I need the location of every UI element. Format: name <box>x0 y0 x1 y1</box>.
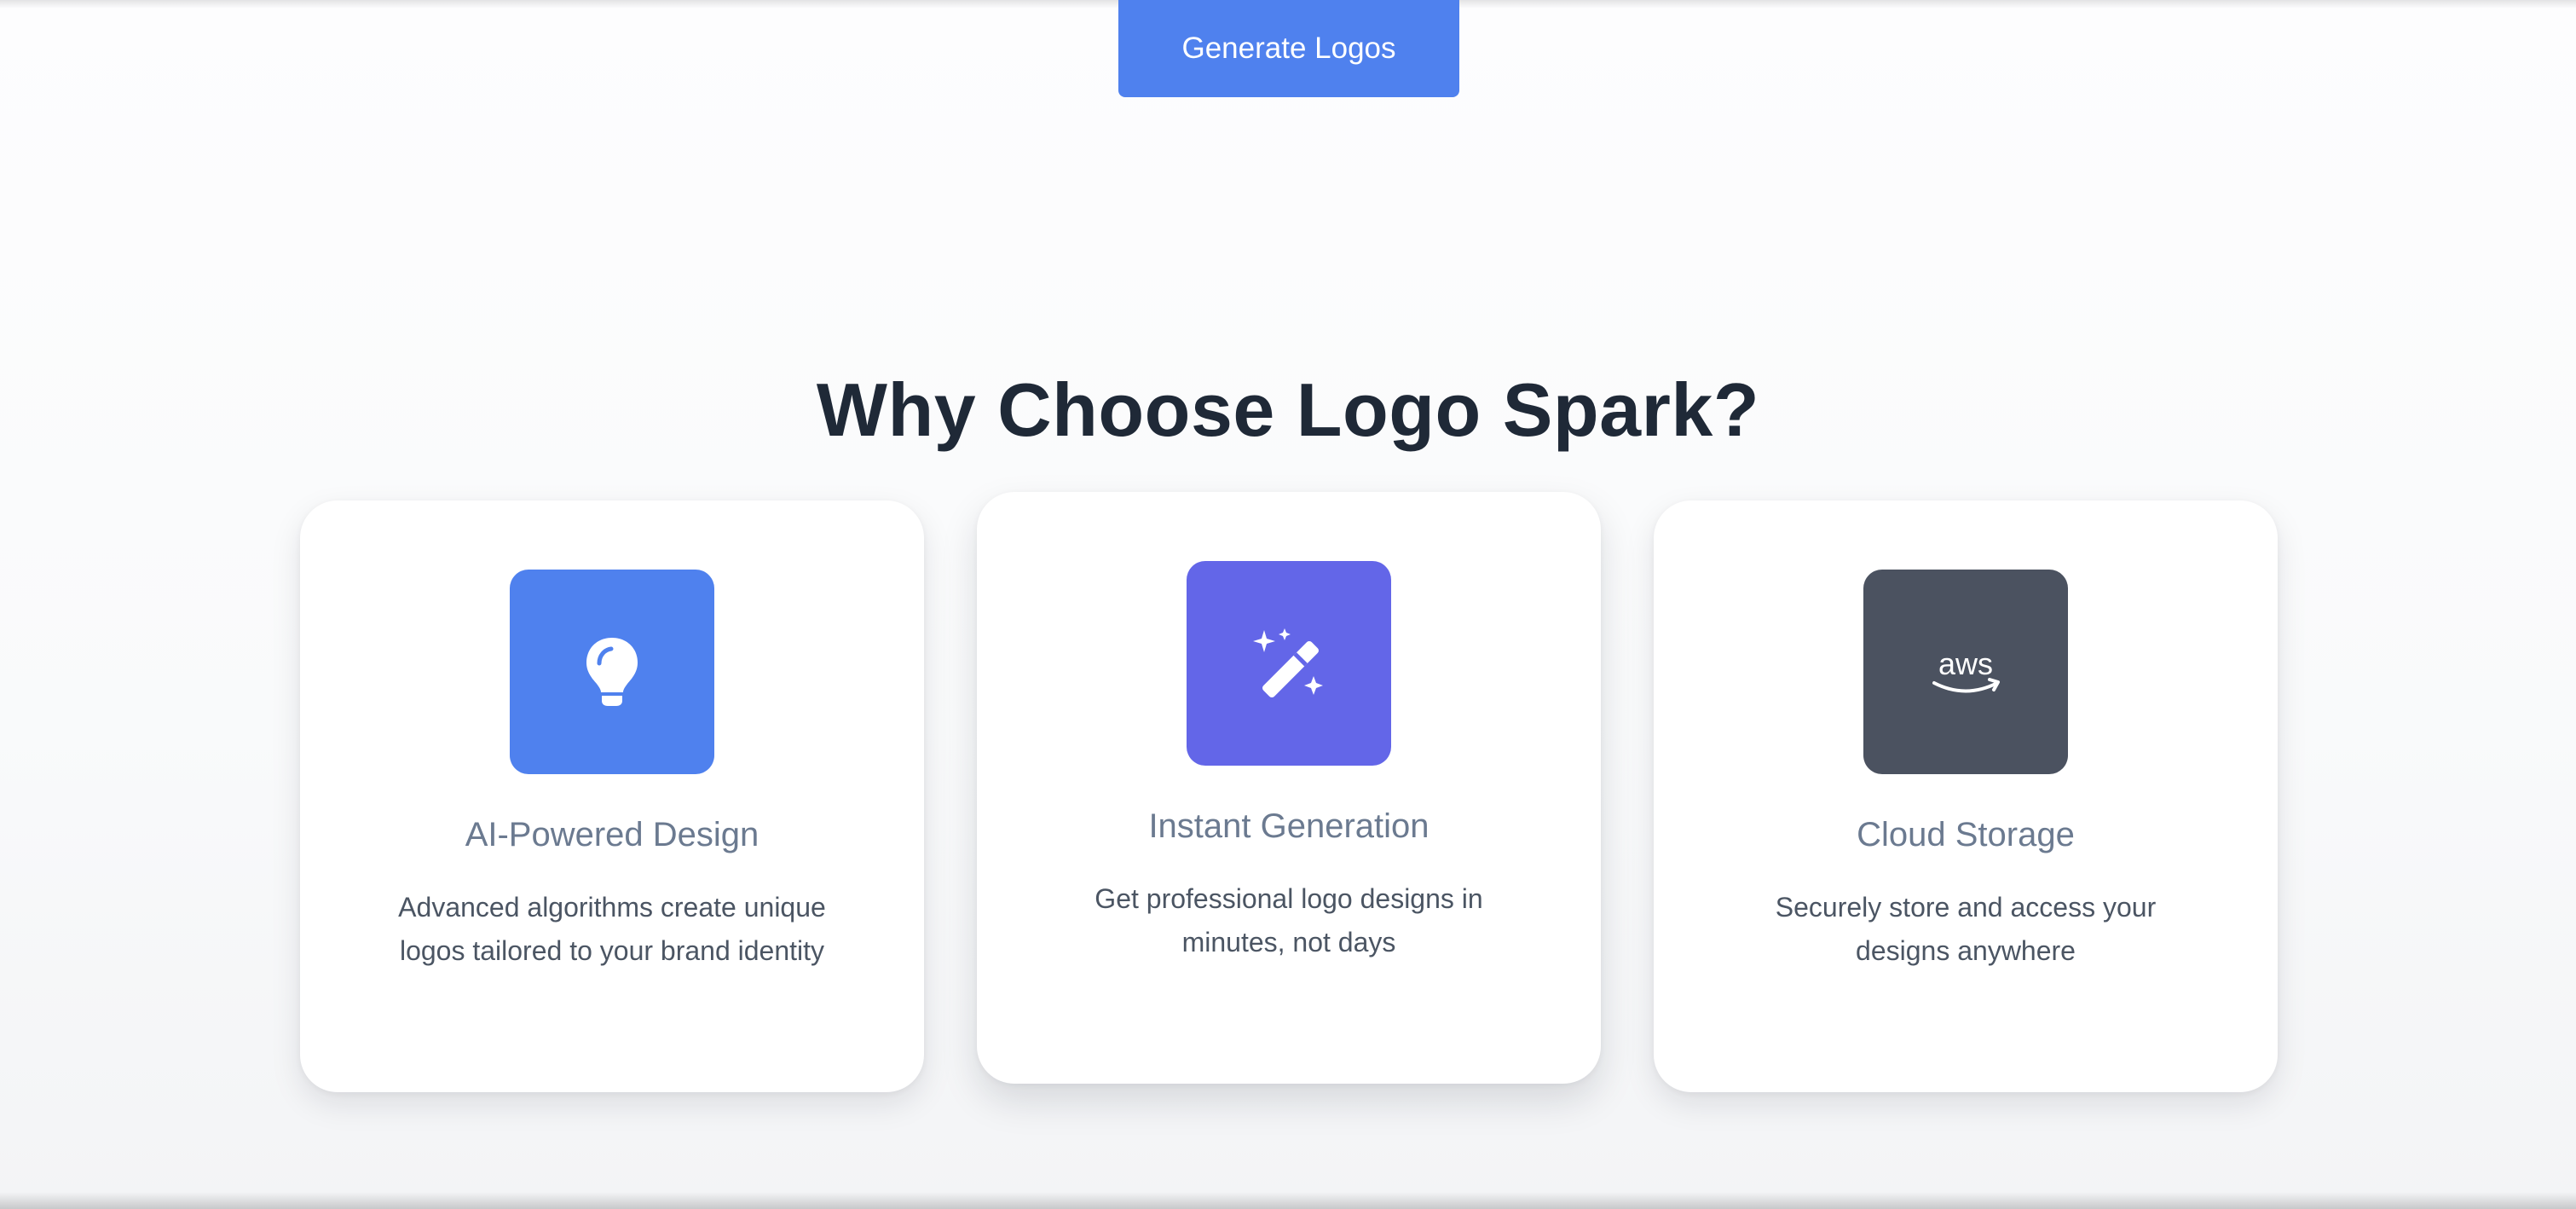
feature-card-description: Securely store and access your designs a… <box>1775 892 2157 966</box>
aws-icon: aws <box>1932 646 2000 693</box>
generate-logos-button[interactable]: Generate Logos <box>1118 0 1459 97</box>
magic-wand-icon <box>1253 628 1323 697</box>
feature-card-cloud-storage: aws Cloud Storage Securely store and acc… <box>1654 500 2278 1092</box>
feature-card-instant-generation: Instant Generation Get professional logo… <box>977 492 1601 1084</box>
svg-text:aws: aws <box>1938 646 1993 681</box>
feature-card-title: AI-Powered Design <box>465 816 760 853</box>
bottom-edge-shadow <box>0 1192 2576 1209</box>
features-section-title: Why Choose Logo Spark? <box>816 367 1760 452</box>
lightbulb-icon <box>586 638 638 706</box>
feature-icon-box <box>1187 561 1391 766</box>
feature-card-description: Advanced algorithms create unique logos … <box>398 892 826 966</box>
feature-icon-box <box>510 570 714 774</box>
feature-icon-box: aws <box>1863 570 2068 774</box>
feature-card-title: Instant Generation <box>1148 807 1430 845</box>
feature-card-description: Get professional logo designs in minutes… <box>1095 883 1483 957</box>
feature-card-title: Cloud Storage <box>1857 816 2075 853</box>
feature-card-ai-powered-design: AI-Powered Design Advanced algorithms cr… <box>300 500 924 1092</box>
